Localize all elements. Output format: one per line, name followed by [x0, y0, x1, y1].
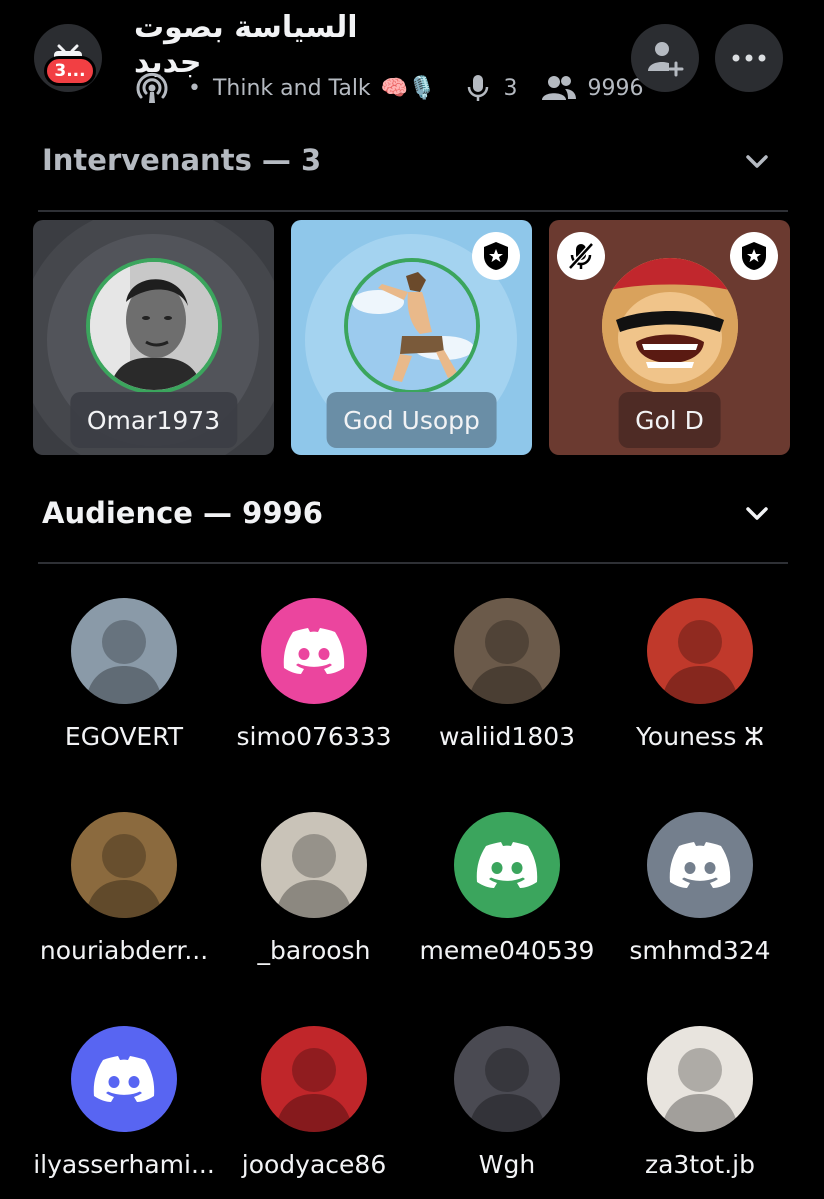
audience-member-name: Wgh [478, 1150, 536, 1179]
people-icon [542, 76, 577, 100]
audience-member-name: EGOVERT [64, 722, 184, 751]
speakers-divider [38, 210, 788, 212]
audience-member[interactable]: Wgh [404, 1026, 610, 1179]
avatar [85, 258, 222, 394]
audience-member-name: smhmd324 [629, 936, 771, 965]
audience-member[interactable]: meme040539 [404, 812, 610, 965]
avatar [71, 812, 177, 918]
audience-member[interactable]: joodyace86 [211, 1026, 417, 1179]
avatar [343, 258, 480, 394]
moderator-badge-icon [472, 232, 520, 280]
discord-default-avatar-icon [454, 812, 560, 918]
avatar [601, 258, 738, 394]
avatar [261, 812, 367, 918]
usopp-image [347, 262, 476, 390]
speaker-card[interactable]: Omar1973 [33, 220, 274, 455]
audience-member[interactable]: nouriabderr... [21, 812, 227, 965]
audience-section-title: Audience — 9996 [42, 496, 323, 530]
speaker-card[interactable]: God Usopp [291, 220, 532, 455]
muted-microphone-icon [557, 232, 605, 280]
speaker-card[interactable]: Gol D [549, 220, 790, 455]
audience-member[interactable]: smhmd324 [597, 812, 803, 965]
topic-emoji: 🧠🎙️ [380, 75, 436, 101]
audience-member-name: waliid1803 [438, 722, 576, 751]
listeners-count: 9996 [587, 75, 644, 101]
avatar [454, 1026, 560, 1132]
audience-member-name: _baroosh [257, 936, 371, 965]
audience-member-name: ilyasserhami... [33, 1150, 215, 1179]
avatar [454, 598, 560, 704]
audience-member-name: joodyace86 [241, 1150, 387, 1179]
avatar [261, 1026, 367, 1132]
audience-member-name: simo076333 [236, 722, 392, 751]
microphone-icon [468, 75, 489, 101]
audience-member[interactable]: EGOVERT [21, 598, 227, 751]
avatar [647, 598, 753, 704]
audience-member[interactable]: _baroosh [211, 812, 417, 965]
audience-member[interactable]: simo076333 [211, 598, 417, 751]
audience-member-name: meme040539 [419, 936, 595, 965]
discord-default-avatar-icon [261, 598, 367, 704]
discord-default-avatar-icon [647, 812, 753, 918]
collapse-audience-chevron-icon[interactable] [742, 498, 772, 528]
more-icon [732, 54, 766, 62]
speakers-count: 3 [503, 75, 518, 101]
speaker-name: God Usopp [326, 392, 497, 448]
gol-d-roger-image [601, 258, 738, 394]
audience-member[interactable]: Youness ⵣ [597, 598, 803, 751]
avatar [647, 1026, 753, 1132]
more-options-button[interactable] [715, 24, 783, 92]
moderator-badge-icon [730, 232, 778, 280]
audience-member[interactable]: waliid1803 [404, 598, 610, 751]
stage-icon [136, 72, 168, 103]
audience-member-name: Youness ⵣ [635, 722, 764, 751]
audience-divider [38, 562, 788, 564]
speaker-name: Omar1973 [69, 392, 238, 448]
notification-badge: 3... [44, 56, 96, 86]
audience-member[interactable]: za3tot.jb [597, 1026, 803, 1179]
speaker-name: Gol D [618, 392, 721, 448]
audience-member-name: nouriabderr... [39, 936, 209, 965]
discord-default-avatar-icon [71, 1026, 177, 1132]
stage-info-row: • Think and Talk 🧠🎙️ 3 9996 [134, 70, 643, 106]
add-person-icon [648, 42, 684, 77]
collapse-speakers-chevron-icon[interactable] [742, 146, 772, 176]
speakers-section-title: Intervenants — 3 [42, 143, 322, 177]
audience-member[interactable]: ilyasserhami... [21, 1026, 227, 1179]
portrait-image [89, 262, 218, 390]
avatar [71, 598, 177, 704]
invite-button[interactable] [631, 24, 699, 92]
stage-topic: Think and Talk [212, 75, 371, 101]
audience-member-name: za3tot.jb [644, 1150, 755, 1179]
